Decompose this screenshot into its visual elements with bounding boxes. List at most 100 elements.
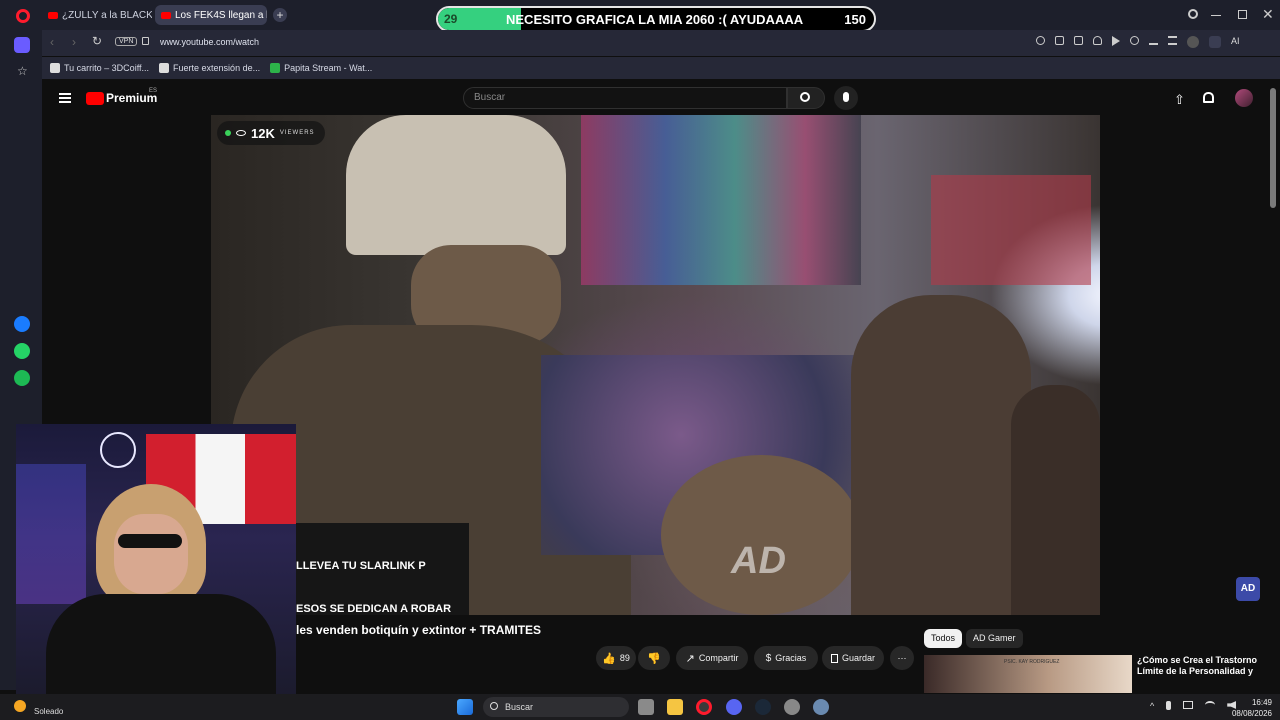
- profile-icon[interactable]: [1187, 36, 1199, 48]
- display-icon[interactable]: [1183, 701, 1194, 709]
- close-icon[interactable]: ✕: [1262, 6, 1274, 23]
- hamburger-icon[interactable]: [59, 93, 71, 103]
- vpn-badge[interactable]: VPN: [115, 37, 138, 46]
- recommended-title[interactable]: ¿Cómo se Crea el Trastorno Límite de la …: [1137, 655, 1267, 677]
- shield-icon[interactable]: [1093, 36, 1102, 45]
- viewers-count: 12K: [251, 125, 275, 141]
- more-icon: ⋯: [897, 652, 907, 663]
- bookmark-item[interactable]: Tu carrito – 3DCoiff...: [50, 63, 149, 73]
- thumbnail-caption: PSIC. KAY RODRIGUEZ: [1004, 659, 1060, 665]
- chip-ad-gamer[interactable]: AD Gamer: [966, 629, 1023, 648]
- download-icon[interactable]: [1149, 36, 1158, 45]
- network-icon[interactable]: [1205, 701, 1216, 709]
- video-title: les venden botiquín y extintor + TRAMITE…: [296, 623, 542, 637]
- thumbs-up-icon: 👍: [602, 652, 616, 665]
- person-hat: [346, 115, 566, 255]
- chip-all[interactable]: Todos: [924, 629, 963, 648]
- opera-menu-icon[interactable]: [16, 9, 30, 23]
- region-code: ES: [149, 88, 158, 94]
- channel-avatar[interactable]: AD: [1236, 577, 1260, 601]
- heart-icon[interactable]: [1130, 36, 1139, 45]
- taskbar-search-icon: [490, 702, 498, 710]
- thanks-icon: $: [765, 652, 772, 664]
- bookmarks-bar: Tu carrito – 3DCoiff... Fuerte extensión…: [42, 57, 1280, 79]
- upload-icon[interactable]: ⇧: [1174, 92, 1185, 108]
- goal-current: 29: [444, 12, 458, 26]
- planet-neon-icon: [100, 432, 136, 468]
- youtube-favicon-icon: [161, 11, 171, 19]
- windows-start-icon[interactable]: [457, 699, 473, 715]
- youtube-logo-icon[interactable]: [86, 92, 104, 105]
- avatar[interactable]: [1235, 89, 1253, 107]
- clock-time[interactable]: 16:49: [1224, 698, 1272, 707]
- tab-zully[interactable]: ¿ZULLY a la BLACKLIS: [42, 5, 152, 25]
- taskbar-search[interactable]: Buscar: [483, 697, 629, 717]
- recommended-thumbnail[interactable]: PSIC. KAY RODRIGUEZ: [924, 655, 1132, 693]
- hanging-clothes: [581, 115, 861, 285]
- streamer-face: [114, 514, 188, 594]
- live-dot-icon: [225, 130, 231, 136]
- file-explorer-icon[interactable]: [667, 699, 683, 715]
- extensions-icon[interactable]: [1209, 36, 1221, 48]
- back-icon[interactable]: ‹: [50, 35, 54, 49]
- zoom-icon[interactable]: [1036, 36, 1045, 45]
- voice-search-button[interactable]: [834, 86, 858, 110]
- eye-icon: [236, 130, 246, 136]
- reload-icon[interactable]: ↻: [92, 34, 102, 48]
- camera-icon[interactable]: [1074, 36, 1083, 45]
- vendor-woman: [851, 295, 1031, 615]
- like-button[interactable]: 👍 89: [596, 646, 636, 670]
- star-icon[interactable]: ☆: [17, 64, 28, 78]
- forward-icon[interactable]: ›: [72, 35, 76, 49]
- chevron-up-icon[interactable]: ^: [1150, 701, 1154, 711]
- url-field[interactable]: www.youtube.com/watch: [160, 37, 259, 47]
- chrome-icon[interactable]: [784, 699, 800, 715]
- thanks-button[interactable]: $ Gracias: [754, 646, 818, 670]
- share-button[interactable]: ↗ Compartir: [676, 646, 748, 670]
- search-tabs-icon[interactable]: [1188, 9, 1198, 19]
- whatsapp-icon[interactable]: [14, 343, 30, 359]
- tab-fek4s[interactable]: Los FEK4S llegan a la: [155, 5, 267, 25]
- thanks-label: Gracias: [775, 653, 807, 663]
- minimize-icon[interactable]: [1211, 15, 1221, 16]
- snapshot-icon[interactable]: [1055, 36, 1064, 45]
- bookmark-item[interactable]: Fuerte extensión de...: [159, 63, 260, 73]
- like-count: 89: [619, 653, 630, 663]
- stream-goal-bar: 29 NECESITO GRAFICA LA MIA 2060 :( AYUDA…: [436, 6, 876, 32]
- dislike-button[interactable]: 👎: [638, 646, 670, 670]
- play-icon[interactable]: [1112, 36, 1120, 46]
- mic-tray-icon[interactable]: [1166, 701, 1172, 710]
- discord-icon[interactable]: [726, 699, 742, 715]
- menu-icon[interactable]: [1168, 36, 1177, 45]
- video-player[interactable]: 12K VIEWERS AD: [211, 115, 1100, 615]
- home-icon[interactable]: [14, 37, 30, 53]
- notifications-icon[interactable]: [1203, 92, 1214, 103]
- streamer-webcam: [16, 424, 296, 708]
- right-clothes: [931, 175, 1091, 285]
- weather-icon[interactable]: [14, 700, 26, 712]
- share-icon: ↗: [685, 652, 695, 665]
- spotify-icon[interactable]: [14, 370, 30, 386]
- page-scrollbar[interactable]: [1270, 88, 1276, 208]
- settings-gear-icon[interactable]: [813, 699, 829, 715]
- steam-icon[interactable]: [755, 699, 771, 715]
- save-button[interactable]: Guardar: [822, 646, 884, 670]
- task-view-icon[interactable]: [638, 699, 654, 715]
- more-actions-button[interactable]: ⋯: [890, 646, 914, 670]
- bookmark-icon: [830, 653, 838, 663]
- search-input[interactable]: Buscar: [463, 87, 787, 109]
- clock-date[interactable]: 08/08/2026: [1216, 709, 1272, 718]
- sunglasses: [118, 534, 182, 548]
- search-button[interactable]: [787, 87, 825, 109]
- new-tab-button[interactable]: +: [273, 8, 287, 22]
- taskbar-search-label: Buscar: [505, 702, 534, 712]
- weather-label[interactable]: Soleado: [34, 707, 63, 716]
- ai-button[interactable]: AI: [1231, 36, 1240, 48]
- streamer-body: [46, 594, 276, 708]
- bookmark-icon: [270, 63, 281, 73]
- chat-line: ESOS SE DEDICAN A ROBAR: [296, 603, 452, 615]
- bookmark-item[interactable]: Papita Stream - Wat...: [270, 63, 372, 73]
- maximize-icon[interactable]: [1238, 10, 1247, 19]
- opera-taskbar-icon[interactable]: [696, 699, 712, 715]
- messenger-icon[interactable]: [14, 316, 30, 332]
